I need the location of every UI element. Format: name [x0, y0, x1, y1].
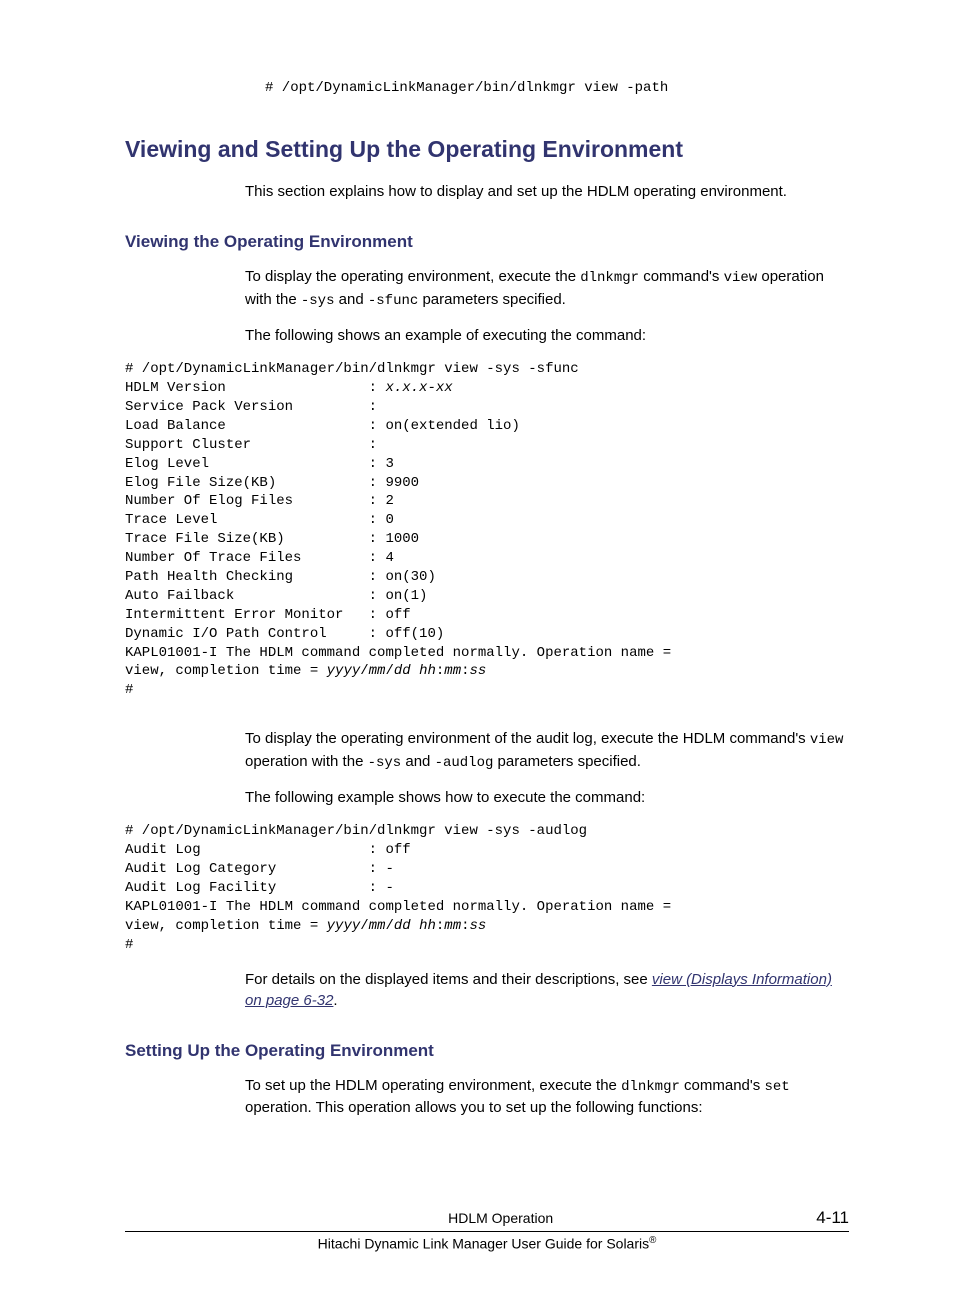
code-italic: mm	[444, 918, 461, 934]
code-text: /	[385, 918, 393, 934]
text: operation with the	[245, 753, 368, 770]
heading-setting: Setting Up the Operating Environment	[125, 1041, 849, 1061]
code-line: # /opt/DynamicLinkManager/bin/dlnkmgr vi…	[125, 361, 579, 377]
viewing-para-4: The following example shows how to execu…	[245, 787, 849, 808]
text: operation. This operation allows you to …	[245, 1099, 703, 1116]
code-line: #	[125, 937, 133, 953]
registered-mark: ®	[649, 1235, 656, 1246]
code-line: # /opt/DynamicLinkManager/bin/dlnkmgr vi…	[125, 823, 587, 839]
text: To display the operating environment, ex…	[245, 268, 580, 285]
inline-code: set	[764, 1079, 789, 1095]
code-italic: dd hh	[394, 918, 436, 934]
code-line: Audit Log Category : -	[125, 861, 394, 877]
inline-code: -sfunc	[368, 293, 418, 309]
inline-code: view	[810, 732, 844, 748]
top-command: # /opt/DynamicLinkManager/bin/dlnkmgr vi…	[265, 80, 849, 96]
text: command's	[680, 1077, 765, 1094]
code-line: Elog Level : 3	[125, 456, 394, 472]
footer-guide-title: Hitachi Dynamic Link Manager User Guide …	[125, 1232, 849, 1252]
footer-section-title: HDLM Operation	[185, 1210, 816, 1226]
code-line: Load Balance : on(extended lio)	[125, 418, 520, 434]
code-line: Trace Level : 0	[125, 512, 394, 528]
code-line: Service Pack Version :	[125, 399, 377, 415]
code-italic: yyyy	[327, 918, 361, 934]
code-line: Trace File Size(KB) : 1000	[125, 531, 419, 547]
code-italic: mm	[369, 918, 386, 934]
text: .	[333, 992, 337, 1009]
code-text: :	[461, 663, 469, 679]
text: To display the operating environment of …	[245, 730, 810, 747]
code-text: /	[360, 663, 368, 679]
code-line: KAPL01001-I The HDLM command completed n…	[125, 899, 680, 915]
code-italic: mm	[444, 663, 461, 679]
code-line: Dynamic I/O Path Control : off(10)	[125, 626, 444, 642]
inline-code: -audlog	[435, 755, 494, 771]
code-line: #	[125, 682, 133, 698]
code-italic: x.x.x-xx	[385, 380, 452, 396]
code-line: Audit Log : off	[125, 842, 411, 858]
code-text: /	[360, 918, 368, 934]
viewing-para-3: To display the operating environment of …	[245, 728, 849, 773]
code-italic: dd hh	[394, 663, 436, 679]
code-line: Support Cluster :	[125, 437, 377, 453]
code-line: Intermittent Error Monitor : off	[125, 607, 411, 623]
viewing-para-1: To display the operating environment, ex…	[245, 266, 849, 311]
text: and	[401, 753, 434, 770]
code-text: /	[385, 663, 393, 679]
page-footer: HDLM Operation 4-11 Hitachi Dynamic Link…	[125, 1208, 849, 1252]
text: parameters specified.	[418, 291, 566, 308]
inline-code: dlnkmgr	[580, 270, 639, 286]
heading-viewing: Viewing the Operating Environment	[125, 232, 849, 252]
code-block-sfunc: # /opt/DynamicLinkManager/bin/dlnkmgr vi…	[125, 360, 849, 700]
code-line: Elog File Size(KB) : 9900	[125, 475, 419, 491]
code-line: Number Of Elog Files : 2	[125, 493, 394, 509]
code-line: view, completion time =	[125, 918, 327, 934]
viewing-para-5: For details on the displayed items and t…	[245, 969, 849, 1011]
code-block-audlog: # /opt/DynamicLinkManager/bin/dlnkmgr vi…	[125, 822, 849, 954]
code-line: Audit Log Facility : -	[125, 880, 394, 896]
inline-code: dlnkmgr	[621, 1079, 680, 1095]
code-line: KAPL01001-I The HDLM command completed n…	[125, 645, 680, 661]
intro-paragraph: This section explains how to display and…	[245, 181, 849, 202]
code-line: Number Of Trace Files : 4	[125, 550, 394, 566]
text: For details on the displayed items and t…	[245, 971, 652, 988]
setting-para-1: To set up the HDLM operating environment…	[245, 1075, 849, 1119]
code-line: view, completion time =	[125, 663, 327, 679]
code-line: Path Health Checking : on(30)	[125, 569, 436, 585]
inline-code: view	[724, 270, 758, 286]
footer-top-row: HDLM Operation 4-11	[125, 1208, 849, 1232]
footer-text: Hitachi Dynamic Link Manager User Guide …	[318, 1236, 649, 1252]
viewing-para-2: The following shows an example of execut…	[245, 325, 849, 346]
code-line: HDLM Version :	[125, 380, 385, 396]
page: # /opt/DynamicLinkManager/bin/dlnkmgr vi…	[0, 0, 954, 1292]
text: To set up the HDLM operating environment…	[245, 1077, 621, 1094]
code-text: :	[461, 918, 469, 934]
code-italic: ss	[470, 918, 487, 934]
text: parameters specified.	[493, 753, 641, 770]
heading-main: Viewing and Setting Up the Operating Env…	[125, 136, 849, 163]
text: command's	[639, 268, 724, 285]
page-number: 4-11	[816, 1208, 849, 1228]
code-italic: ss	[470, 663, 487, 679]
code-italic: mm	[369, 663, 386, 679]
text: and	[334, 291, 367, 308]
inline-code: -sys	[301, 293, 335, 309]
inline-code: -sys	[368, 755, 402, 771]
code-italic: yyyy	[327, 663, 361, 679]
code-line: Auto Failback : on(1)	[125, 588, 427, 604]
